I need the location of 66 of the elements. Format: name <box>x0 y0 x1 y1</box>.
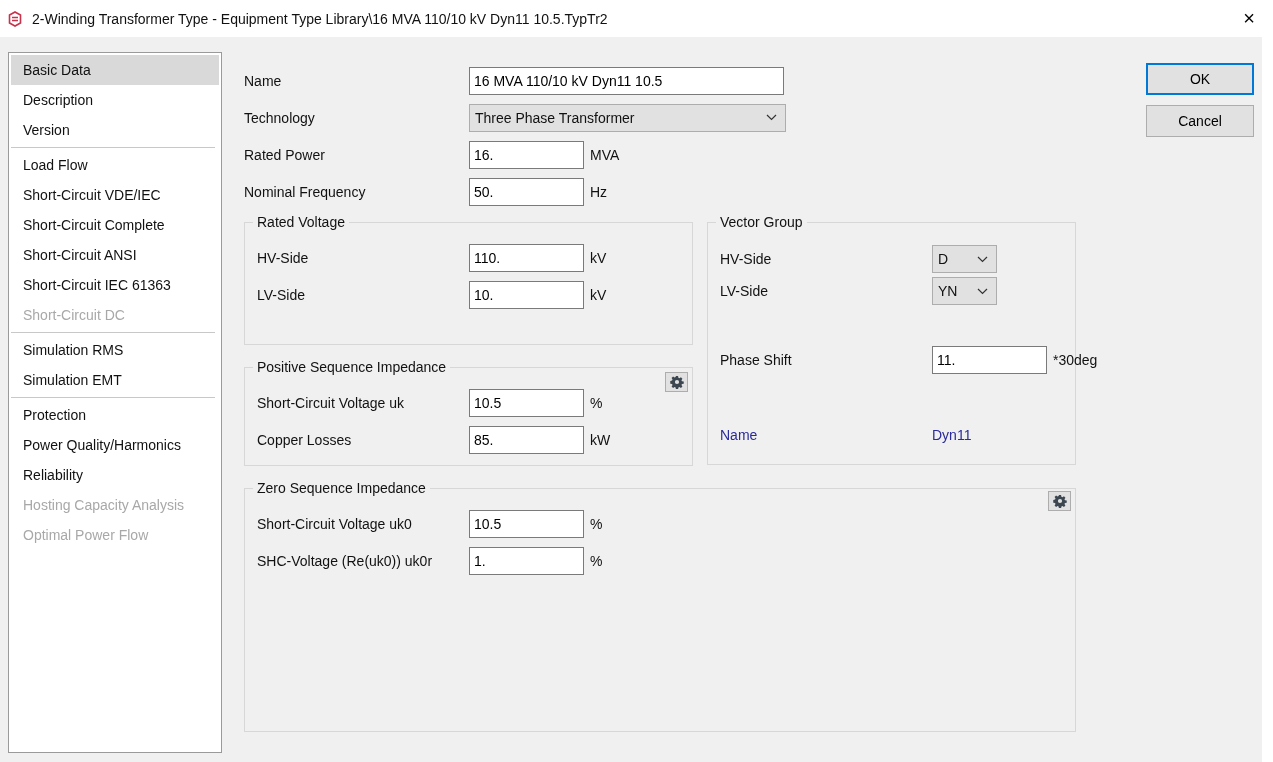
unit-label: kV <box>590 249 607 266</box>
close-button[interactable]: × <box>1233 7 1265 30</box>
app-logo-icon <box>8 10 22 27</box>
chevron-icon <box>766 114 777 121</box>
window-title: 2-Winding Transformer Type - Equipment Type Library\16 MVA 110/10 kV Dyn11 10.5.TypTr2 <box>32 10 609 27</box>
category-item[interactable]: Simulation EMT <box>11 365 219 395</box>
category-item[interactable]: Simulation RMS <box>11 335 219 365</box>
category-item[interactable]: Short-Circuit VDE/IEC <box>11 180 219 210</box>
text-field[interactable]: 50. <box>469 177 584 206</box>
category-item[interactable]: Short-Circuit Complete <box>11 210 219 240</box>
chevron-icon <box>977 255 988 263</box>
unit-label: kW <box>590 431 611 448</box>
field-label: Name <box>244 72 283 89</box>
unit-label: Hz <box>590 183 608 200</box>
unit-label: *30deg <box>1053 351 1098 368</box>
dropdown[interactable]: YN <box>932 277 997 305</box>
settings-button[interactable] <box>1048 491 1071 511</box>
text-field[interactable]: 85. <box>469 425 584 454</box>
field-label: LV-Side <box>720 283 769 299</box>
group-title: Vector Group <box>716 214 807 230</box>
category-item[interactable]: Short-Circuit ANSI <box>11 240 219 270</box>
field-label: Copper Losses <box>257 431 353 448</box>
category-item[interactable]: Load Flow <box>11 150 219 180</box>
category-item[interactable]: Description <box>11 85 219 115</box>
group-title: Zero Sequence Impedance <box>253 480 430 496</box>
category-item[interactable]: Reliability <box>11 460 219 490</box>
group-title: Positive Sequence Impedance <box>253 359 451 375</box>
text-field[interactable]: 10.5 <box>469 388 584 417</box>
text-field[interactable]: 16. <box>469 140 584 169</box>
category-item[interactable]: Protection <box>11 400 219 430</box>
text-field[interactable]: 110. <box>469 243 584 272</box>
field-label: Technology <box>244 109 316 126</box>
dialog-button[interactable]: Cancel <box>1146 105 1254 137</box>
text-field[interactable]: 11. <box>932 345 1047 374</box>
dropdown[interactable]: Three Phase Transformer <box>469 103 786 132</box>
category-item[interactable]: Power Quality/Harmonics <box>11 430 219 460</box>
field-label: Nominal Frequency <box>244 183 367 200</box>
chevron-icon <box>977 287 988 295</box>
category-item[interactable]: Short-Circuit IEC 61363 <box>11 270 219 300</box>
field-label: Short-Circuit Voltage uk <box>257 394 406 411</box>
category-item[interactable]: Version <box>11 115 219 145</box>
field-label: Rated Power <box>244 146 326 163</box>
unit-label: kV <box>590 286 607 303</box>
field-label: HV-Side <box>257 249 310 266</box>
unit-label: % <box>590 515 603 532</box>
field-label: HV-Side <box>720 251 773 267</box>
field-label: Phase Shift <box>720 351 793 368</box>
text-field[interactable]: 10. <box>469 280 584 309</box>
field-label: LV-Side <box>257 286 306 303</box>
field-label: SHC-Voltage (Re(uk0)) uk0r <box>257 552 434 569</box>
text-field[interactable]: 16 MVA 110/10 kV Dyn11 10.5 <box>469 66 784 95</box>
field-label: Short-Circuit Voltage uk0 <box>257 515 413 532</box>
vector-group-name: Dyn11 <box>932 426 972 443</box>
gear-icon <box>1052 494 1067 508</box>
category-item[interactable]: Basic Data <box>11 55 219 85</box>
unit-label: MVA <box>590 146 620 163</box>
group-title: Rated Voltage <box>253 214 349 230</box>
dialog-button[interactable]: OK <box>1146 63 1254 95</box>
gear-icon <box>669 375 684 389</box>
unit-label: % <box>590 552 603 569</box>
unit-label: % <box>590 394 603 411</box>
dropdown[interactable]: D <box>932 245 997 273</box>
text-field[interactable]: 10.5 <box>469 509 584 538</box>
text-field[interactable]: 1. <box>469 546 584 575</box>
field-label: Name <box>720 426 759 443</box>
settings-button[interactable] <box>665 372 688 392</box>
